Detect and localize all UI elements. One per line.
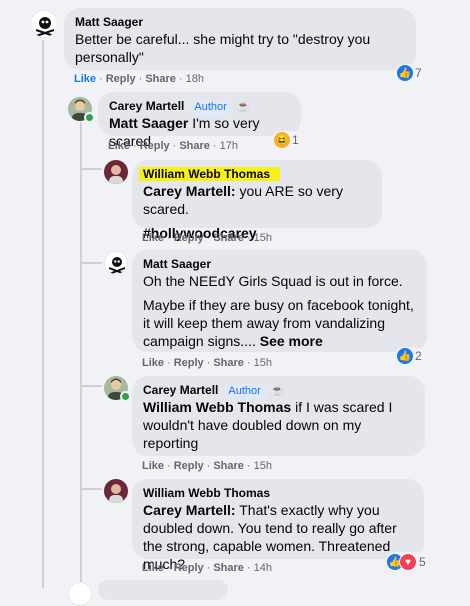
comment-actions: Like · Reply · Share · 14h (142, 562, 272, 574)
like-button[interactable]: Like (142, 562, 164, 574)
comment-bubble: William Webb Thomas Carey Martell: you A… (132, 160, 382, 241)
share-button[interactable]: Share (179, 140, 210, 152)
thread-line-branch-3 (80, 385, 102, 387)
reaction-count: 2 (415, 349, 422, 363)
reaction-summary[interactable]: 👍 2 (395, 347, 424, 365)
comment-author[interactable]: William Webb Thomas (139, 167, 281, 181)
avatar[interactable] (30, 10, 58, 38)
comment-author[interactable]: Matt Saager (143, 257, 211, 271)
thread-line-branch-1 (80, 168, 102, 170)
reaction-summary[interactable]: 👍 7 (395, 64, 424, 82)
skull-crossbones-icon (35, 17, 55, 37)
timestamp[interactable]: 14h (254, 562, 272, 574)
reply-button[interactable]: Reply (174, 562, 204, 574)
heart-icon: ♥ (399, 553, 417, 571)
comment-actions: Like · Reply · Share · 18h (74, 73, 204, 85)
thumbs-up-icon: 👍 (397, 65, 413, 81)
avatar[interactable] (104, 479, 128, 503)
comment-bubble: William Webb Thomas Carey Martell: That'… (132, 479, 424, 572)
avatar[interactable] (104, 251, 128, 275)
like-button[interactable]: Like (74, 73, 96, 85)
thread-line-carey (80, 122, 82, 584)
author-badge: Author (190, 100, 231, 115)
timestamp[interactable]: 15h (254, 357, 272, 369)
comment-bubble: Matt Saager Oh the NEEdY Girls Squad is … (132, 250, 427, 352)
timestamp[interactable]: 18h (186, 73, 204, 85)
comment-text: Better be careful... she might try to "d… (75, 31, 371, 65)
thread-line-branch-2 (80, 262, 102, 264)
mention-link[interactable]: Carey Martell: (143, 502, 236, 518)
comment-author[interactable]: Matt Saager (75, 15, 143, 29)
comment-actions: Like · Reply · Share · 15h (142, 357, 272, 369)
comment-actions: Like · Reply · Share · 15h (142, 460, 272, 472)
like-button[interactable]: Like (142, 460, 164, 472)
reply-button[interactable]: Reply (174, 460, 204, 472)
timestamp[interactable]: 15h (254, 232, 272, 244)
like-button[interactable]: Like (142, 232, 164, 244)
reaction-summary[interactable]: 👍 ♥ 5 (385, 552, 428, 572)
mention-link[interactable]: William Webb Thomas (143, 399, 291, 415)
comment-actions: Like · Reply · Share · 15h (142, 232, 272, 244)
thread-line-branch-4 (80, 488, 102, 490)
thumbs-up-icon: 👍 (397, 348, 413, 364)
comment-bubble: Carey Martell Author ☕ William Webb Thomas… (132, 376, 425, 456)
reaction-count: 7 (415, 66, 422, 80)
share-button[interactable]: Share (213, 232, 244, 244)
reply-button[interactable]: Reply (174, 357, 204, 369)
comment-text: Oh the NEEdY Girls Squad is out in force… (143, 273, 403, 289)
like-button[interactable]: Like (142, 357, 164, 369)
reaction-count: 5 (419, 555, 426, 569)
author-badge: Author (224, 384, 265, 399)
comment-actions: Like · Reply · Share · 17h (108, 140, 238, 152)
laughing-face-icon: 😆 (274, 132, 290, 148)
reply-button[interactable]: Reply (174, 232, 204, 244)
comment-bubble: Matt Saager Better be careful... she mig… (64, 8, 416, 70)
online-status-dot (120, 391, 131, 402)
skull-crossbones-icon (108, 257, 126, 274)
online-status-dot (84, 112, 95, 123)
reaction-count: 1 (292, 133, 299, 147)
comment-bubble: Carey Martell Author ☕ Matt Saager I'm so … (98, 92, 301, 149)
share-button[interactable]: Share (213, 562, 244, 574)
share-button[interactable]: Share (145, 73, 176, 85)
reply-button[interactable]: Reply (106, 73, 136, 85)
comment-author[interactable]: Carey Martell (109, 99, 184, 113)
see-more-link[interactable]: See more (260, 333, 323, 349)
mention-link[interactable]: Carey Martell: (143, 183, 236, 199)
avatar[interactable] (104, 160, 128, 184)
mention-link[interactable]: Matt Saager (109, 115, 188, 131)
share-button[interactable]: Share (213, 357, 244, 369)
reaction-summary[interactable]: 😆 1 (272, 131, 301, 149)
comment-bubble (98, 580, 228, 600)
timestamp[interactable]: 17h (220, 140, 238, 152)
comment-author[interactable]: William Webb Thomas (143, 486, 270, 500)
coffee-cup-icon: ☕ (270, 384, 285, 397)
timestamp[interactable]: 15h (254, 460, 272, 472)
comment-author[interactable]: Carey Martell (143, 383, 218, 397)
like-button[interactable]: Like (108, 140, 130, 152)
avatar[interactable] (68, 582, 92, 606)
person-photo-icon (109, 165, 123, 184)
person-photo-icon (109, 484, 123, 503)
thread-line-main (42, 40, 44, 588)
coffee-cup-icon: ☕ (236, 100, 251, 113)
reply-button[interactable]: Reply (140, 140, 170, 152)
share-button[interactable]: Share (213, 460, 244, 472)
